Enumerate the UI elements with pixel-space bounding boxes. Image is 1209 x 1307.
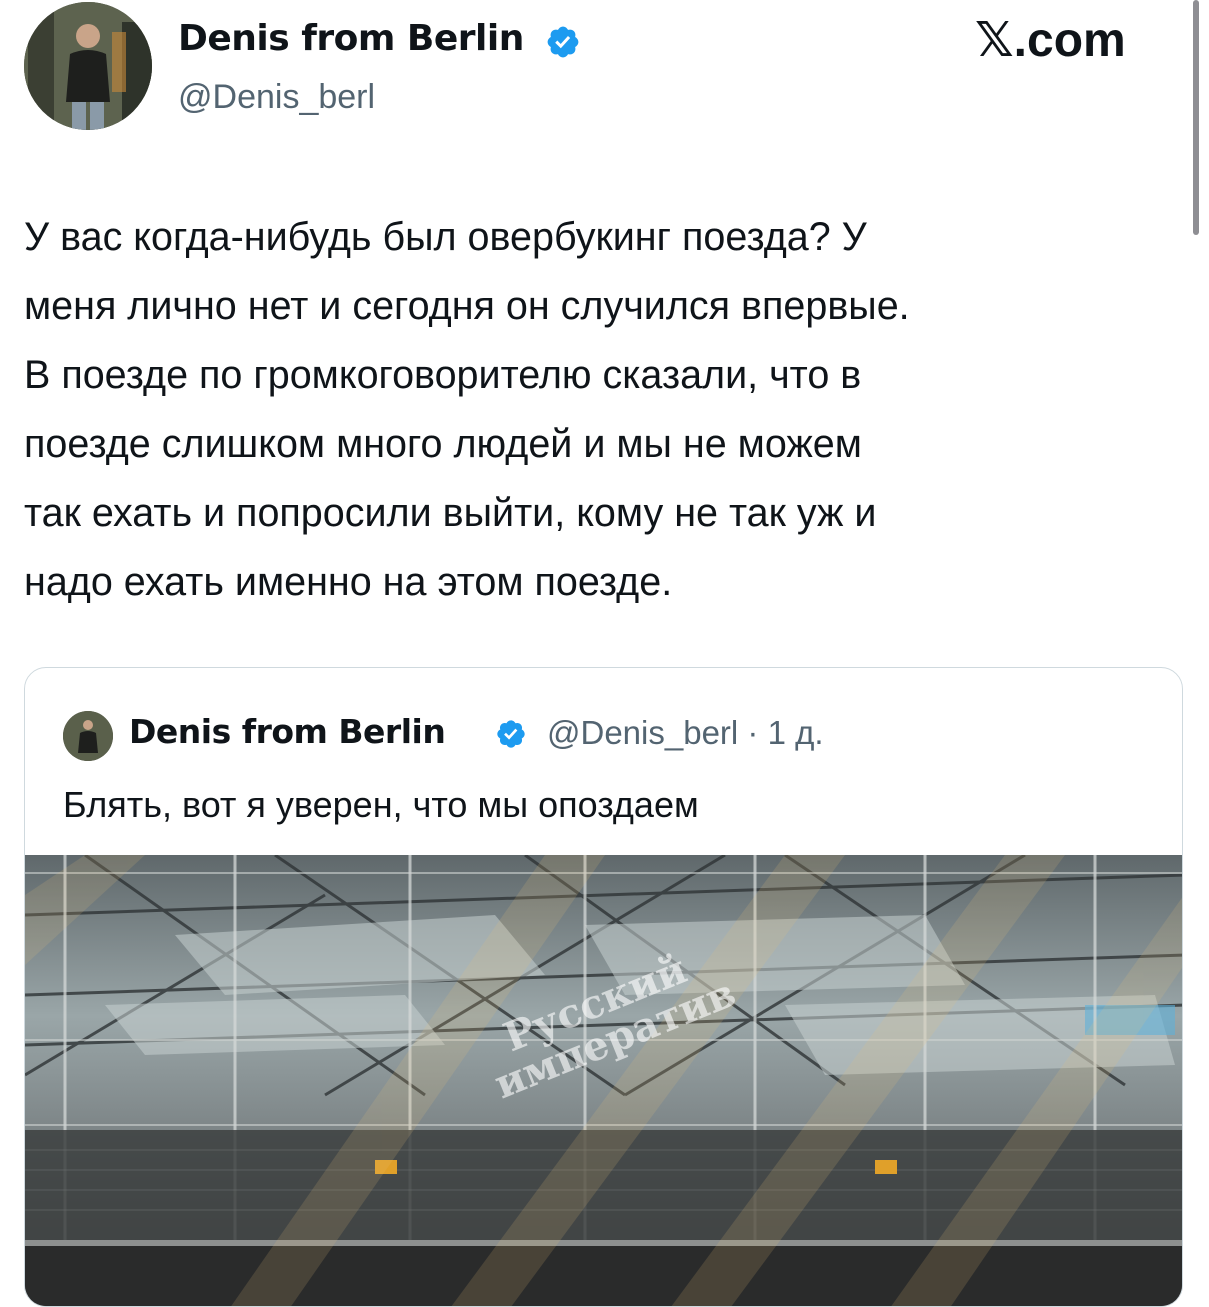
tweet-text-line: меня лично нет и сегодня он случился впе…: [24, 284, 910, 328]
quoted-tweet-photo[interactable]: Русский императив: [25, 855, 1182, 1306]
tweet-header: Denis from Berlin @Denis_berl 𝕏.com: [0, 0, 1209, 150]
author-avatar[interactable]: [24, 2, 152, 130]
avatar-photo-icon: [63, 711, 113, 761]
station-roof-photo-icon: [25, 855, 1182, 1306]
tweet-text-line: У вас когда-нибудь был овербукинг поезда…: [24, 215, 867, 259]
quoted-handle-time[interactable]: @Denis_berl · 1 д.: [547, 714, 824, 752]
verified-badge-icon: [547, 26, 579, 58]
quoted-author-name[interactable]: Denis from Berlin: [129, 712, 446, 751]
verified-badge-icon: [497, 720, 525, 748]
tweet-text-line: В поезде по громкоговорителю сказали, чт…: [24, 353, 862, 397]
avatar-photo-icon: [24, 2, 152, 130]
author-name[interactable]: Denis from Berlin: [178, 18, 524, 59]
tweet-text-line: поезде слишком много людей и мы не можем: [24, 422, 862, 466]
tweet-text-line: так ехать и попросили выйти, кому не так…: [24, 491, 877, 535]
scrollbar[interactable]: [1193, 0, 1199, 235]
quoted-tweet-card[interactable]: Denis from Berlin @Denis_berl · 1 д. Бля…: [24, 667, 1183, 1307]
x-logo-text: 𝕏.com: [975, 14, 1126, 67]
tweet-body: У вас когда-нибудь был овербукинг поезда…: [24, 203, 1174, 617]
quoted-tweet-text: Блять, вот я уверен, что мы опоздаем: [63, 784, 699, 825]
author-handle[interactable]: @Denis_berl: [178, 78, 375, 117]
quoted-author-avatar[interactable]: [63, 711, 113, 761]
tweet-text-line: надо ехать именно на этом поезде.: [24, 560, 673, 604]
